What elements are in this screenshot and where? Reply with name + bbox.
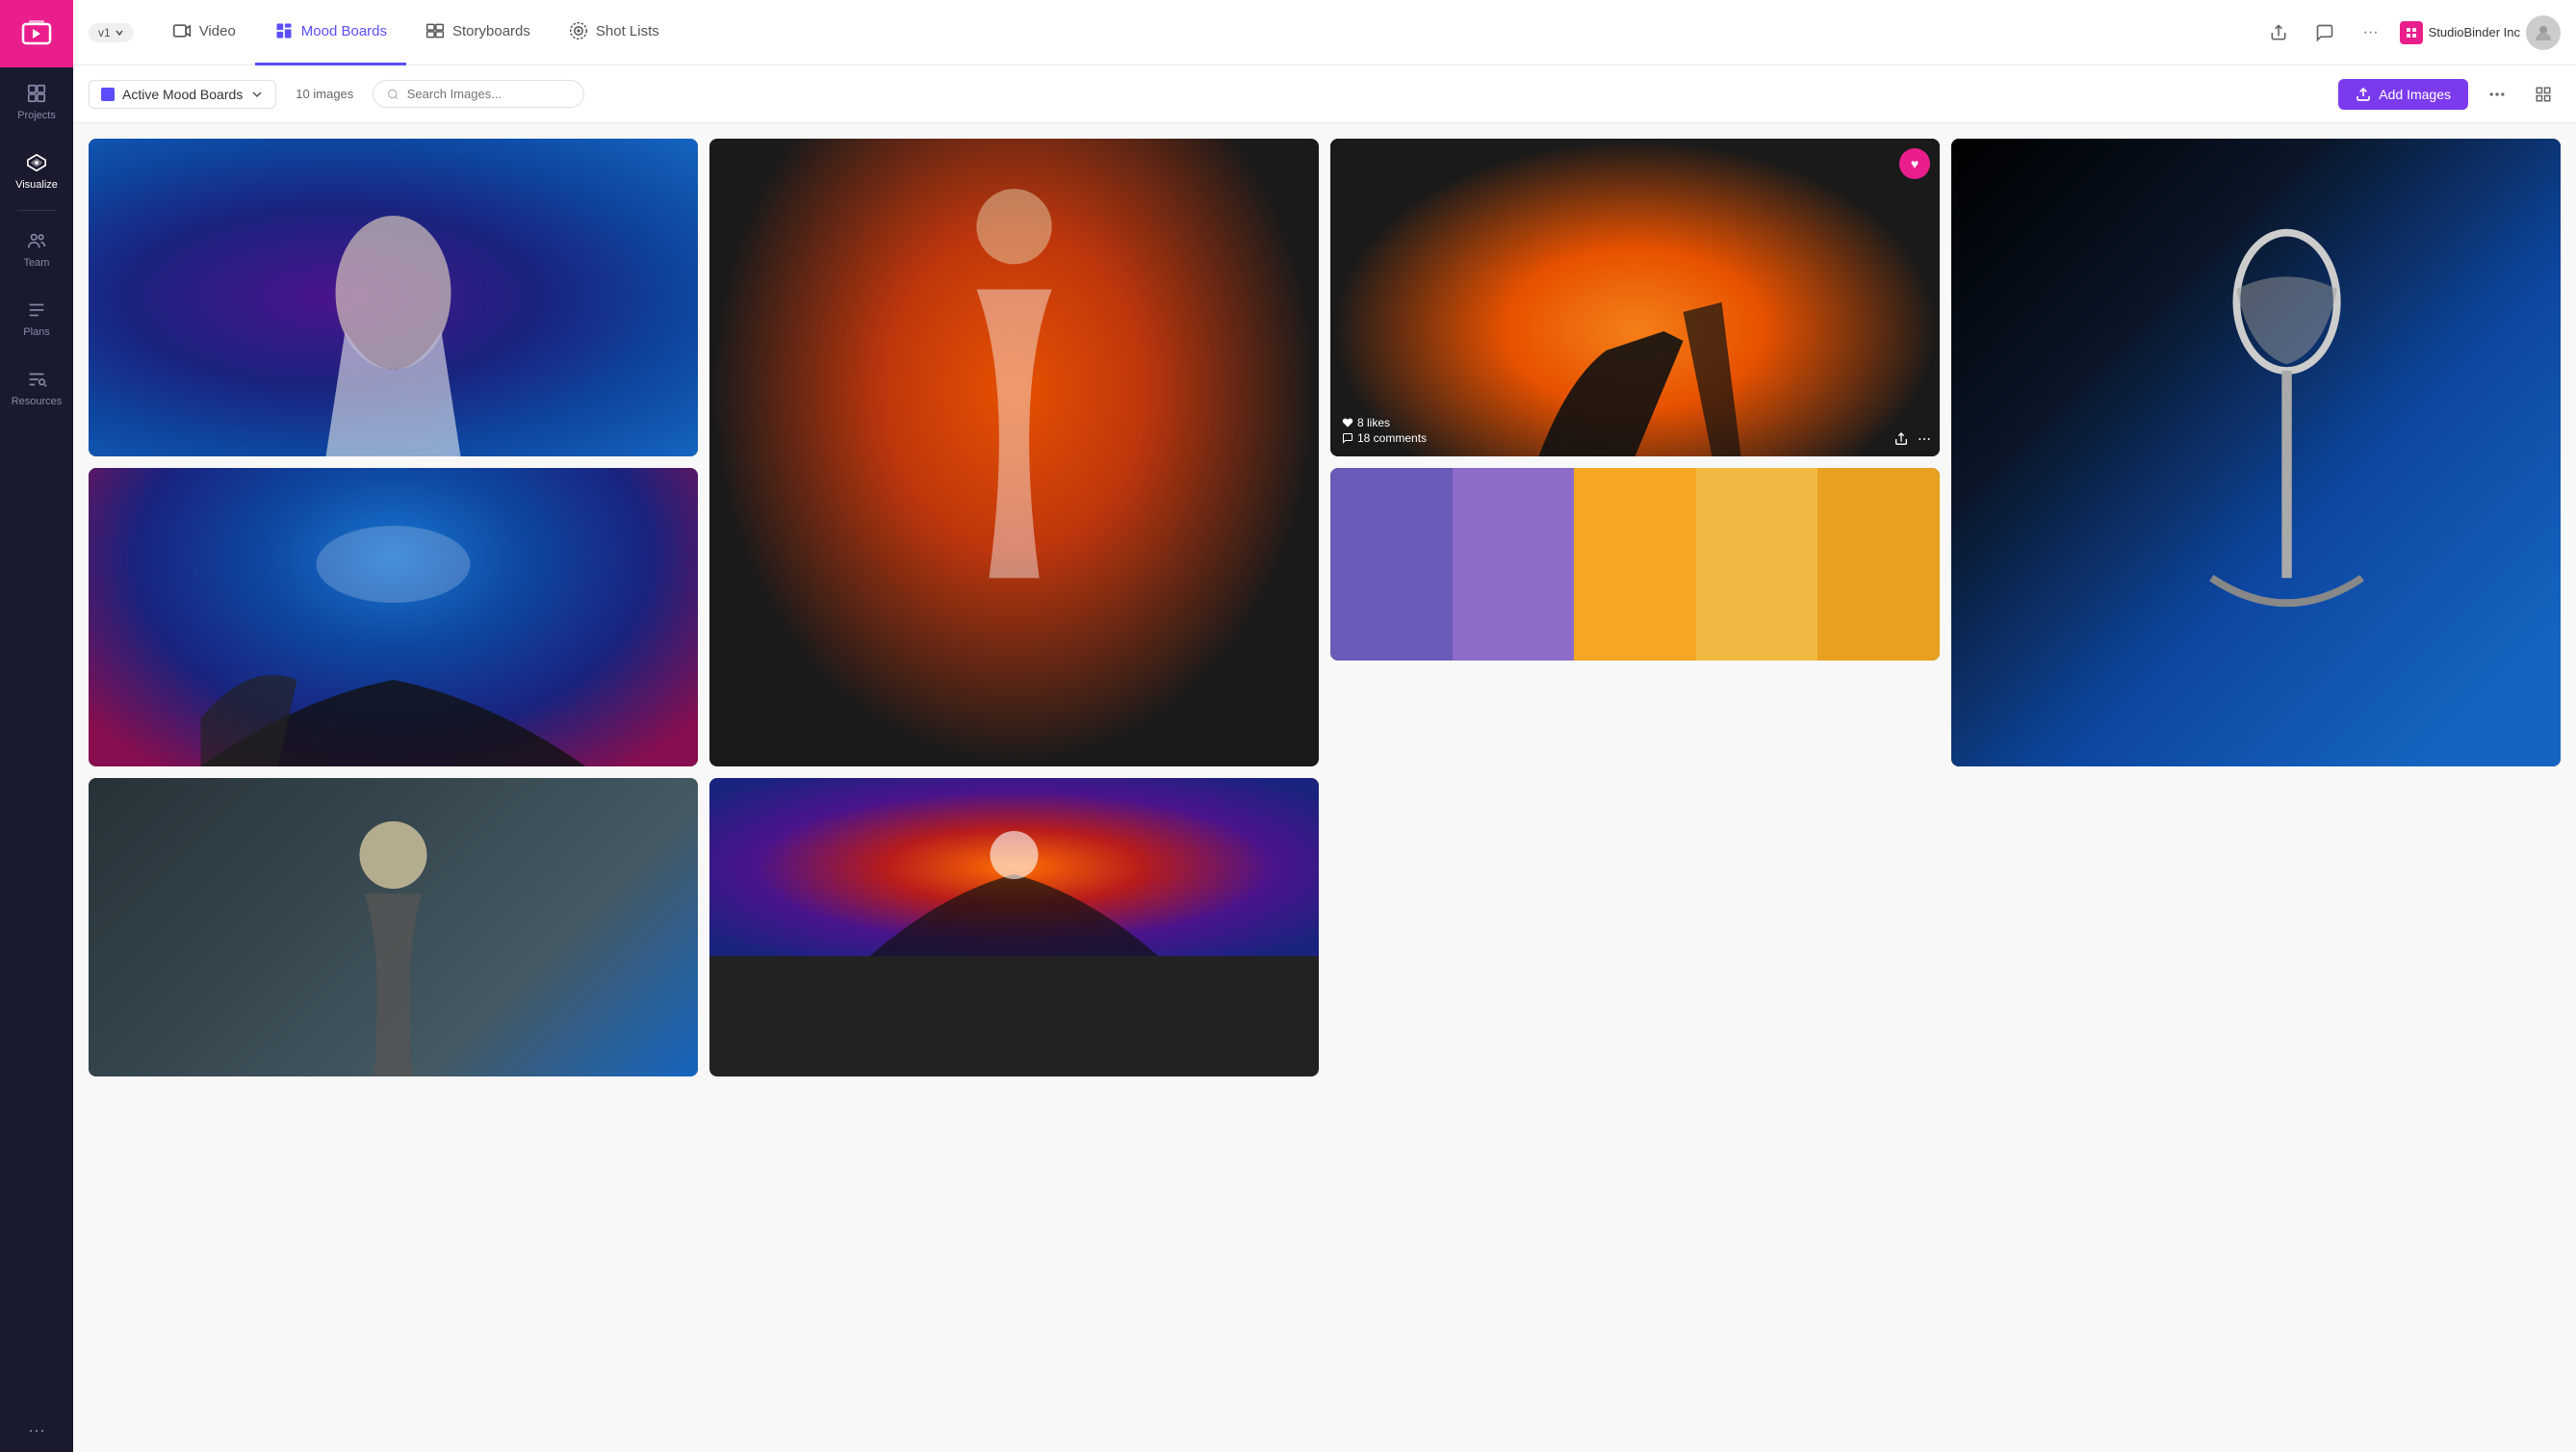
sidebar-label-visualize: Visualize [15, 179, 58, 191]
tab-storyboards-label: Storyboards [452, 23, 530, 39]
palette-swatch-5 [1817, 468, 1940, 661]
tab-shot-lists[interactable]: Shot Lists [550, 0, 679, 65]
palette-swatch-3 [1574, 468, 1696, 661]
tab-shot-lists-label: Shot Lists [596, 23, 659, 39]
palette-swatch-4 [1696, 468, 1818, 661]
tab-mood-boards-label: Mood Boards [301, 23, 387, 39]
studiobinder-icon [2400, 21, 2423, 44]
user-profile[interactable]: StudioBinder Inc [2400, 15, 2561, 50]
more-label: ··· [2363, 24, 2379, 41]
gallery-item-5[interactable] [89, 468, 698, 766]
palette-swatch-2 [1453, 468, 1575, 661]
gallery-item-3[interactable]: ♥ 8 likes 18 comments [1330, 139, 1940, 456]
more-options-icon[interactable]: ··· [2354, 15, 2388, 50]
nav-actions: ··· StudioBinder Inc [2261, 15, 2561, 50]
gallery-item-2[interactable] [709, 139, 1319, 766]
toolbar: Active Mood Boards 10 images Add Images [73, 65, 2576, 123]
more-action-icon[interactable] [1917, 431, 1932, 447]
comment-icon[interactable] [2307, 15, 2342, 50]
sidebar-label-team: Team [24, 257, 50, 269]
user-name: StudioBinder Inc [2429, 25, 2520, 39]
share-icon[interactable] [2261, 15, 2296, 50]
sidebar-more[interactable]: ··· [16, 1409, 57, 1452]
item-stats-3: 8 likes 18 comments [1342, 416, 1427, 447]
sidebar-item-resources[interactable]: Resources [0, 353, 73, 423]
board-selector[interactable]: Active Mood Boards [89, 80, 276, 109]
sidebar-divider [17, 210, 56, 211]
app-logo[interactable] [0, 0, 73, 67]
sidebar-label-projects: Projects [17, 110, 56, 121]
add-images-button[interactable]: Add Images [2338, 79, 2468, 110]
main-content: v1 Video Mood Boards [73, 0, 2576, 1452]
item-actions-3 [1893, 431, 1932, 447]
palette-swatch-1 [1330, 468, 1453, 661]
like-badge-3: ♥ [1899, 148, 1930, 179]
tab-storyboards[interactable]: Storyboards [406, 0, 550, 65]
gallery-item-8[interactable] [709, 778, 1319, 1076]
gallery-grid: ♥ 8 likes 18 comments [89, 139, 2561, 1076]
gallery-item-7[interactable] [89, 778, 698, 1076]
sidebar: Projects Visualize Team Plans [0, 0, 73, 1452]
sidebar-label-resources: Resources [12, 396, 63, 407]
more-options-button[interactable] [2480, 77, 2514, 112]
tab-mood-boards[interactable]: Mood Boards [255, 0, 406, 65]
user-avatar [2526, 15, 2561, 50]
sidebar-item-visualize[interactable]: Visualize [0, 137, 73, 206]
sidebar-label-plans: Plans [23, 326, 50, 338]
share-action-icon[interactable] [1893, 431, 1909, 447]
gallery-item-1[interactable] [89, 139, 698, 456]
sidebar-item-plans[interactable]: Plans [0, 284, 73, 353]
version-badge[interactable]: v1 [89, 23, 134, 42]
search-input[interactable] [407, 87, 571, 101]
top-navigation: v1 Video Mood Boards [73, 0, 2576, 65]
board-name: Active Mood Boards [122, 87, 243, 102]
likes-count: 8 likes [1357, 416, 1390, 429]
gallery: ♥ 8 likes 18 comments [73, 123, 2576, 1452]
version-label: v1 [98, 26, 111, 39]
sidebar-item-team[interactable]: Team [0, 215, 73, 284]
upload-icon [2356, 87, 2371, 102]
search-icon [387, 88, 399, 101]
tab-video-label: Video [199, 23, 236, 39]
gallery-item-palette[interactable] [1330, 468, 1940, 661]
add-images-label: Add Images [2379, 87, 2451, 102]
tab-video[interactable]: Video [153, 0, 255, 65]
grid-view-button[interactable] [2526, 77, 2561, 112]
gallery-item-4[interactable] [1951, 139, 2561, 766]
sidebar-item-projects[interactable]: Projects [0, 67, 73, 137]
image-count: 10 images [288, 87, 361, 101]
board-color-indicator [101, 88, 115, 101]
search-box[interactable] [373, 80, 584, 108]
comments-count: 18 comments [1357, 431, 1427, 445]
